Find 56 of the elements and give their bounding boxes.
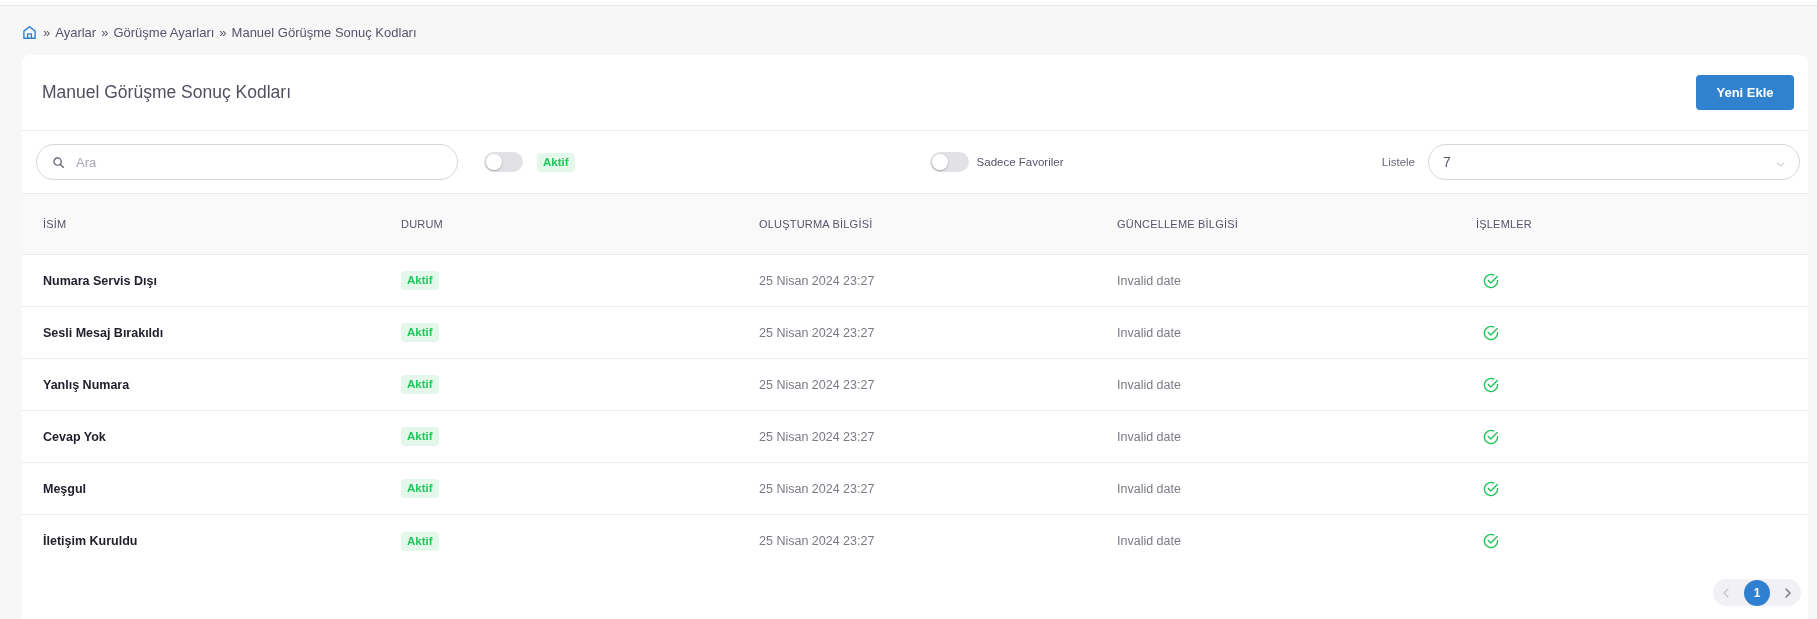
status-badge: Aktif [401, 479, 439, 498]
created-date: 25 Nisan 2024 23:27 [759, 377, 875, 392]
created-date: 25 Nisan 2024 23:27 [759, 534, 875, 548]
page-button[interactable]: 1 [1744, 579, 1770, 606]
check-circle-icon[interactable] [1483, 272, 1499, 289]
column-header: İSİM [43, 218, 67, 230]
toggle-switch[interactable] [929, 152, 969, 172]
column-header: GÜNCELLEME BİLGİSİ [1117, 218, 1238, 230]
record-name: Cevap Yok [43, 429, 106, 444]
check-circle-icon[interactable] [1483, 376, 1499, 393]
page-title: Manuel Görüşme Sonuç Kodları [42, 82, 292, 103]
chevron-right-icon [1785, 587, 1791, 598]
created-date: 25 Nisan 2024 23:27 [759, 481, 875, 496]
created-date: 25 Nisan 2024 23:27 [759, 429, 875, 444]
record-name: Yanlış Numara [43, 377, 130, 392]
status-badge: Aktif [537, 152, 575, 172]
column-header: OLUŞTURMA BİLGİSİ [759, 218, 873, 230]
column-header: DURUM [401, 218, 443, 230]
updated-date: Invalid date [1117, 481, 1181, 496]
breadcrumb-link[interactable]: Manuel Görüşme Sonuç Kodları [231, 24, 417, 40]
updated-date: Invalid date [1117, 534, 1181, 548]
record-name: İletişim Kuruldu [43, 534, 138, 548]
toggle-switch[interactable] [484, 152, 523, 172]
updated-date: Invalid date [1117, 377, 1181, 392]
add-new-button[interactable]: Yeni Ekle [1696, 75, 1794, 110]
chevron-down-icon [1776, 161, 1785, 167]
breadcrumb-separator: » [219, 24, 227, 40]
page-size-label: Listele [1381, 156, 1415, 168]
check-circle-icon[interactable] [1483, 324, 1499, 341]
record-name: Meşgul [43, 481, 87, 496]
home-icon[interactable] [22, 24, 37, 40]
check-circle-icon[interactable] [1483, 533, 1499, 549]
breadcrumb-separator: » [101, 24, 109, 40]
status-badge: Aktif [401, 427, 439, 446]
check-circle-icon[interactable] [1483, 480, 1499, 497]
updated-date: Invalid date [1117, 429, 1181, 444]
updated-date: Invalid date [1117, 325, 1181, 340]
next-page-button[interactable] [1785, 587, 1791, 598]
column-header: İŞLEMLER [1476, 218, 1532, 230]
updated-date: Invalid date [1117, 273, 1181, 288]
status-badge: Aktif [401, 531, 439, 551]
chevron-left-icon [1723, 587, 1729, 598]
record-name: Numara Servis Dışı [43, 273, 157, 288]
record-name: Sesli Mesaj Bırakıldı [43, 325, 164, 340]
status-badge: Aktif [401, 323, 439, 342]
check-circle-icon[interactable] [1483, 428, 1499, 445]
status-badge: Aktif [401, 271, 439, 290]
status-badge: Aktif [401, 375, 439, 394]
favorites-label: Sadece Favoriler [976, 156, 1064, 168]
breadcrumb-separator: » [43, 24, 51, 40]
breadcrumb-link[interactable]: Ayarlar [55, 24, 97, 40]
created-date: 25 Nisan 2024 23:27 [759, 325, 875, 340]
created-date: 25 Nisan 2024 23:27 [759, 273, 875, 288]
breadcrumb-link[interactable]: Görüşme Ayarları [113, 24, 215, 40]
search-field[interactable]: Ara [36, 144, 458, 180]
search-icon [53, 156, 64, 168]
